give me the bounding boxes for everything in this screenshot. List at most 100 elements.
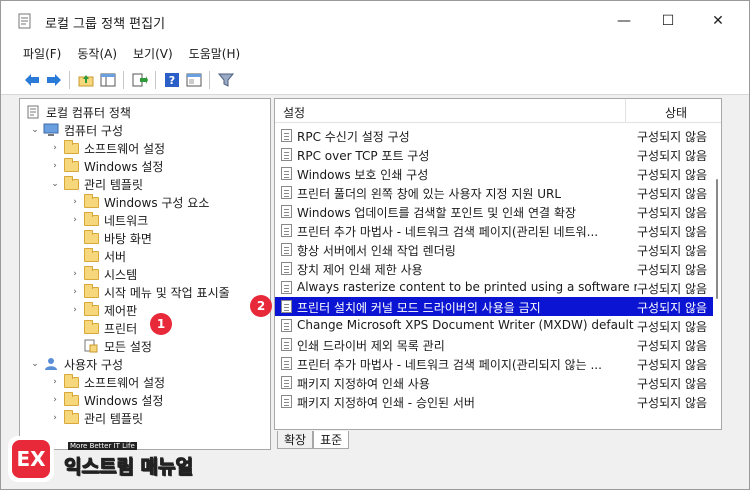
tree-item-user-config[interactable]: ⌄ 사용자 구성 [28,355,123,373]
tab-extended[interactable]: 확장 [277,431,314,449]
tree-item-network[interactable]: › 네트워크 [68,211,148,229]
menu-file[interactable]: 파일(F) [23,45,61,62]
list-row[interactable]: 패키지 지정하여 인쇄 - 승인된 서버 구성되지 않음 [275,392,713,411]
row-setting-name: 프린터 추가 마법사 - 네트워크 검색 페이지(관리된 네트워... [297,225,599,239]
list-row[interactable]: 패키지 지정하여 인쇄 사용 구성되지 않음 [275,373,713,392]
tree-item-windows-components[interactable]: › Windows 구성 요소 [68,193,209,211]
row-state: 구성되지 않음 [637,339,708,353]
tree-item-label: 관리 템플릿 [84,411,144,426]
folder-icon [62,175,80,193]
folder-icon [62,409,80,427]
tree-item-label: Windows 구성 요소 [104,195,210,210]
chevron-right-icon[interactable]: › [48,391,62,409]
policy-setting-icon [281,205,292,218]
row-setting-name: 항상 서버에서 인쇄 작업 렌더링 [297,244,456,258]
menu-action[interactable]: 동작(A) [77,45,117,62]
toolbar-separator [209,71,210,89]
chevron-right-icon[interactable]: › [68,193,82,211]
row-state: 구성되지 않음 [637,301,708,315]
annotation-badge-2: 2 [250,295,272,317]
policy-icon [24,103,42,121]
chevron-right-icon[interactable]: › [68,283,82,301]
column-divider[interactable] [625,99,626,123]
minimize-button[interactable]: — [601,1,647,41]
row-state: 구성되지 않음 [637,206,708,220]
chevron-right-icon[interactable]: › [48,157,62,175]
back-arrow-icon[interactable] [23,71,41,89]
tree-item-admin-templates[interactable]: ⌄ 관리 템플릿 [48,175,143,193]
column-header-state[interactable]: 상태 [665,104,687,121]
tree-item-software-settings[interactable]: › 소프트웨어 설정 [48,139,165,157]
tree-item-desktop[interactable]: 바탕 화면 [68,229,152,247]
tree-item-system[interactable]: › 시스템 [68,265,137,283]
chevron-right-icon[interactable]: › [48,409,62,427]
chevron-down-icon[interactable]: ⌄ [48,175,62,193]
chevron-right-icon[interactable]: › [68,211,82,229]
tree-item-label: 서버 [104,249,127,264]
policy-setting-icon [281,148,292,161]
properties-icon[interactable] [185,71,203,89]
folder-icon [82,229,100,247]
logo-mark-text: EX [12,440,50,478]
menu-view[interactable]: 보기(V) [133,45,173,62]
help-icon[interactable]: ? [163,71,181,89]
tree-item-label: 시스템 [104,267,138,282]
tree-item-user-windows-settings[interactable]: › Windows 설정 [48,391,163,409]
tree-item-printers[interactable]: 프린터 [68,319,138,337]
list-row[interactable]: Windows 업데이트를 검색할 포인트 및 인쇄 연결 확장 구성되지 않음 [275,202,713,221]
list-row[interactable]: 항상 서버에서 인쇄 작업 렌더링 구성되지 않음 [275,240,713,259]
row-state: 구성되지 않음 [637,377,708,391]
list-row[interactable]: RPC over TCP 포트 구성 구성되지 않음 [275,145,713,164]
policy-setting-icon [281,395,292,408]
tab-standard[interactable]: 표준 [313,431,350,449]
list-row-selected[interactable]: 프린터 설치에 커널 모드 드라이버의 사용을 금지 구성되지 않음 [275,297,713,316]
list-row[interactable]: Always rasterize content to be printed u… [275,278,713,297]
list-row[interactable]: Change Microsoft XPS Document Writer (MX… [275,316,713,335]
tree-item-computer-config[interactable]: ⌄ 컴퓨터 구성 [28,121,123,139]
row-state: 구성되지 않음 [637,320,708,334]
tree-item-start-menu-taskbar[interactable]: › 시작 메뉴 및 작업 표시줄 [68,283,230,301]
show-hide-tree-icon[interactable] [99,71,117,89]
tree-item-local-computer-policy[interactable]: 로컬 컴퓨터 정책 [24,103,131,121]
tree-item-user-software-settings[interactable]: › 소프트웨어 설정 [48,373,165,391]
list-row[interactable]: 프린터 풀더의 왼쪽 창에 있는 사용자 지정 지원 URL 구성되지 않음 [275,183,713,202]
maximize-button[interactable]: ☐ [645,1,691,41]
computer-icon [42,121,60,139]
list-row[interactable]: 장치 제어 인쇄 제한 사용 구성되지 않음 [275,259,713,278]
tree-item-label: 사용자 구성 [64,357,124,372]
list-row[interactable]: RPC 수신기 설정 구성 구성되지 않음 [275,126,713,145]
close-button[interactable]: ✕ [695,1,741,41]
folder-up-icon[interactable] [77,71,95,89]
filter-icon[interactable] [217,71,235,89]
forward-arrow-icon[interactable] [45,71,63,89]
column-header-setting[interactable]: 설정 [283,104,305,121]
list-row[interactable]: 프린터 추가 마법사 - 네트워크 검색 페이지(관리되지 않는 ... 구성되… [275,354,713,373]
chevron-right-icon[interactable]: › [48,139,62,157]
tree-item-control-panel[interactable]: › 제어판 [68,301,137,319]
chevron-right-icon[interactable]: › [68,301,82,319]
row-setting-name: 프린터 설치에 커널 모드 드라이버의 사용을 금지 [297,301,541,315]
settings-list-pane: 설정 상태 RPC 수신기 설정 구성 구성되지 않음 RPC over TCP… [274,98,722,430]
policy-setting-icon [281,319,292,332]
list-row[interactable]: Windows 보호 인쇄 구성 구성되지 않음 [275,164,713,183]
row-setting-name: Always rasterize content to be printed u… [297,280,637,294]
tree-item-label: 모든 설정 [104,339,152,354]
chevron-right-icon[interactable]: › [68,265,82,283]
row-state: 구성되지 않음 [637,282,708,296]
policy-setting-icon [281,376,292,389]
row-state: 구성되지 않음 [637,263,708,277]
tree-item-windows-settings[interactable]: › Windows 설정 [48,157,163,175]
scrollbar-thumb[interactable] [716,179,718,299]
chevron-down-icon[interactable]: ⌄ [28,121,42,139]
export-list-icon[interactable] [131,71,149,89]
tree-item-user-admin-templates[interactable]: › 관리 템플릿 [48,409,143,427]
menu-help[interactable]: 도움말(H) [189,45,241,62]
view-tabs: 확장 표준 [277,431,350,449]
chevron-right-icon[interactable]: › [48,373,62,391]
list-row[interactable]: 인쇄 드라이버 제외 목록 관리 구성되지 않음 [275,335,713,354]
tree-item-all-settings[interactable]: 모든 설정 [68,337,152,355]
list-row[interactable]: 프린터 추가 마법사 - 네트워크 검색 페이지(관리된 네트워... 구성되지… [275,221,713,240]
chevron-down-icon[interactable]: ⌄ [28,355,42,373]
vertical-scrollbar[interactable] [713,123,721,429]
tree-item-server[interactable]: 서버 [68,247,126,265]
